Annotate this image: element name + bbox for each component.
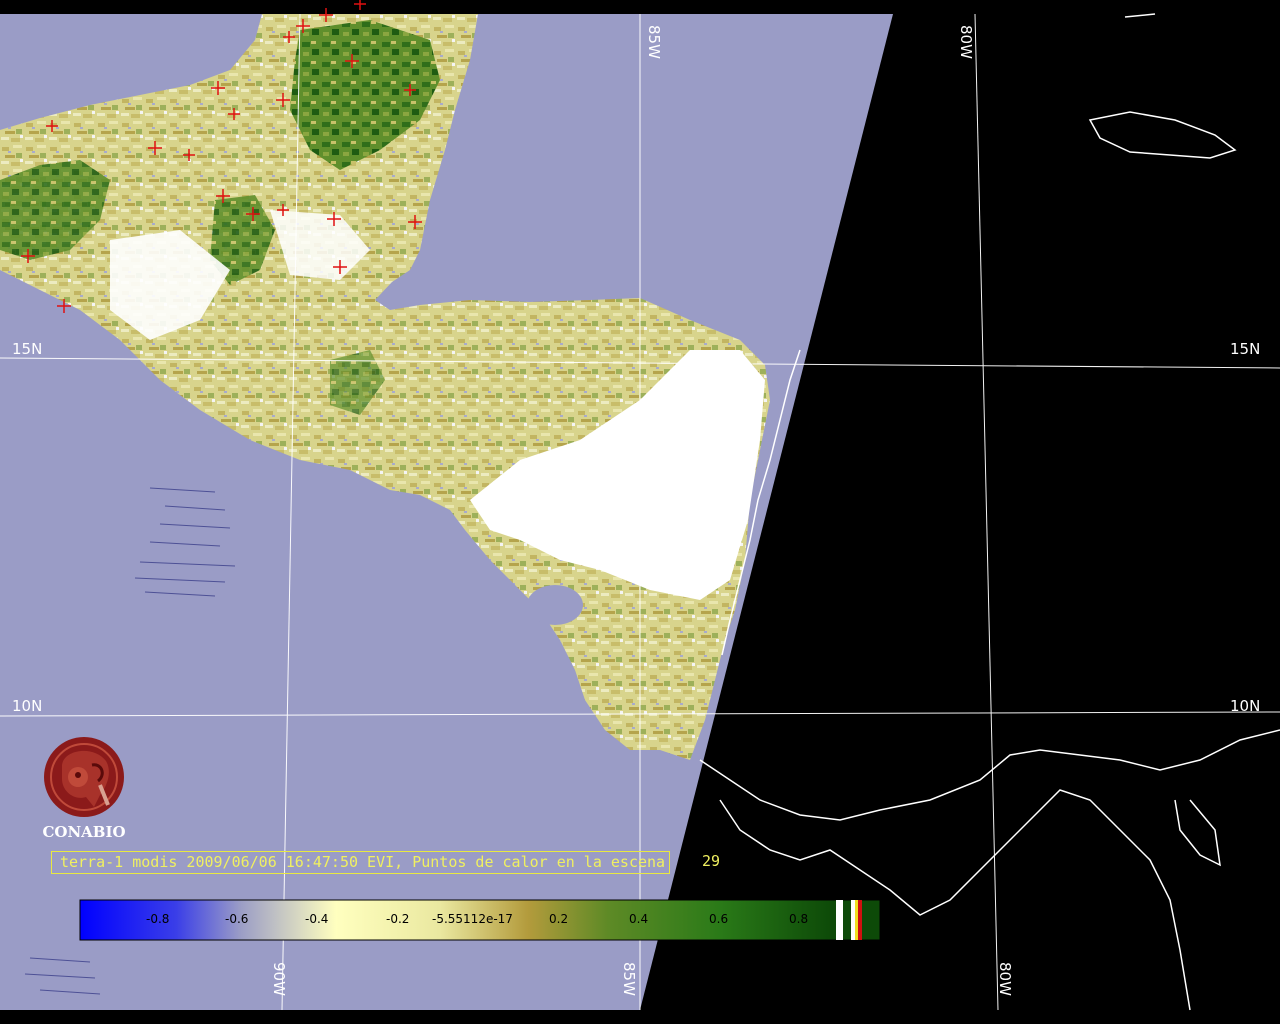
lon-label-85w-top: 85W: [645, 25, 663, 59]
lon-label-80w-bottom: 80W: [996, 962, 1014, 996]
conabio-logo: CONABIO: [34, 735, 134, 841]
colorbar-tick: 0.4: [629, 912, 649, 926]
lat-label-15n-right: 15N: [1230, 340, 1261, 358]
colorbar-tick: -5.55112e-17: [432, 912, 513, 926]
hotspot-count: 29: [702, 852, 721, 870]
colorbar-swatch-red: [858, 900, 862, 940]
lat-label-10n-left: 10N: [12, 697, 43, 715]
lat-label-10n-right: 10N: [1230, 697, 1261, 715]
lon-label-85w-bottom: 85W: [620, 962, 638, 996]
lat-label-15n-left: 15N: [12, 340, 43, 358]
colorbar-tick: 0.6: [709, 912, 729, 926]
colorbar-cloud-swatch: [836, 900, 843, 940]
colorbar-tick: -0.2: [386, 912, 410, 926]
conabio-logo-text: CONABIO: [42, 823, 126, 841]
conabio-macaw-seal-icon: [44, 737, 124, 817]
lake-nicaragua: [527, 585, 583, 625]
scene-caption: terra-1 modis 2009/06/06 16:47:50 EVI, P…: [51, 851, 671, 874]
colorbar-tick: 0.8: [789, 912, 809, 926]
lon-label-80w-top: 80W: [957, 25, 975, 59]
colorbar-tick: -0.6: [225, 912, 249, 926]
colorbar-tick: -0.8: [146, 912, 170, 926]
lon-label-90w-bottom: 90W: [270, 962, 288, 996]
colorbar-tick: -0.4: [305, 912, 329, 926]
colorbar-tick: 0.2: [549, 912, 569, 926]
colorbar-swatch-white: [851, 900, 855, 940]
colorbar-swatch-yellow: [855, 900, 858, 940]
